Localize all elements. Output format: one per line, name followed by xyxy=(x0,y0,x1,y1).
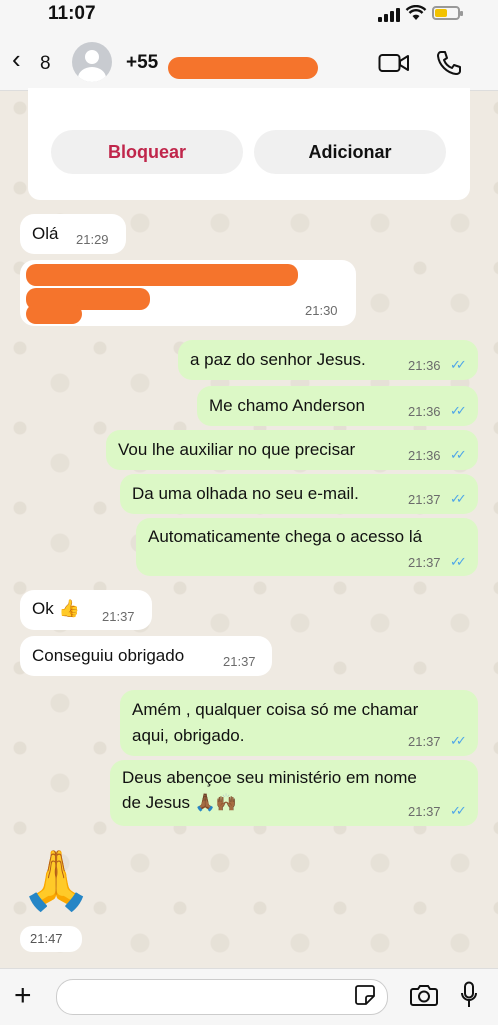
message-time: 21:30 xyxy=(305,303,338,318)
message-bubble[interactable]: 21:30 xyxy=(20,260,356,326)
message-time: 21:37 xyxy=(408,804,441,819)
message-time: 21:36 xyxy=(408,448,441,463)
redaction-mark xyxy=(168,57,318,79)
message-bubble[interactable]: Me chamo Anderson 21:36 ✓✓ xyxy=(197,386,478,426)
message-time: 21:37 xyxy=(408,734,441,749)
message-time: 21:29 xyxy=(76,232,109,247)
read-ticks-icon: ✓✓ xyxy=(450,554,467,569)
chevron-left-icon[interactable]: ‹ xyxy=(12,46,21,72)
unknown-contact-card: Bloquear Adicionar xyxy=(28,88,470,200)
message-bubble[interactable]: Deus abençoe seu ministério em nome de J… xyxy=(110,760,478,826)
message-input[interactable] xyxy=(56,979,388,1015)
message-text: Da uma olhada no seu e-mail. xyxy=(132,484,359,503)
avatar[interactable] xyxy=(72,42,112,82)
praying-hands-emoji: 🙏 xyxy=(20,848,93,913)
read-ticks-icon: ✓✓ xyxy=(450,447,467,462)
message-text: Me chamo Anderson xyxy=(209,396,365,415)
mic-icon[interactable] xyxy=(460,981,478,1009)
status-bar: 11:07 xyxy=(0,0,498,28)
message-time: 21:37 xyxy=(408,555,441,570)
message-text: Automaticamente chega o acesso lá xyxy=(148,527,423,546)
add-contact-button[interactable]: Adicionar xyxy=(254,130,446,174)
status-time: 11:07 xyxy=(48,3,96,24)
compose-bar: + xyxy=(0,968,498,1025)
message-text: Ok 👍 xyxy=(32,599,80,618)
message-bubble[interactable]: Olá 21:29 xyxy=(20,214,126,254)
redaction-mark xyxy=(26,264,298,286)
read-ticks-icon: ✓✓ xyxy=(450,403,467,418)
message-text-line2: aqui, obrigado. xyxy=(132,726,245,745)
plus-icon[interactable]: + xyxy=(14,979,32,1013)
block-button[interactable]: Bloquear xyxy=(51,130,243,174)
chat-header: ‹ 8 +55 xyxy=(0,28,498,91)
read-ticks-icon: ✓✓ xyxy=(450,733,467,748)
message-bubble[interactable]: Automaticamente chega o acesso lá 21:37 … xyxy=(136,518,478,576)
message-text: Olá xyxy=(32,224,59,243)
message-time: 21:37 xyxy=(102,609,135,624)
contact-number[interactable]: +55 xyxy=(126,52,158,74)
message-time: 21:47 xyxy=(30,931,63,946)
message-bubble[interactable]: Vou lhe auxiliar no que precisar 21:36 ✓… xyxy=(106,430,478,470)
camera-icon[interactable] xyxy=(410,983,438,1007)
message-text: Deus abençoe seu ministério em nome xyxy=(122,768,417,787)
emoji-message[interactable]: 🙏 21:47 xyxy=(18,846,98,956)
message-text: Vou lhe auxiliar no que precisar xyxy=(118,440,356,459)
message-bubble[interactable]: a paz do senhor Jesus. 21:36 ✓✓ xyxy=(178,340,478,380)
message-time: 21:37 xyxy=(408,492,441,507)
message-text-line2: de Jesus 🙏🏾🙌🏾 xyxy=(122,793,238,812)
message-bubble[interactable]: Conseguiu obrigado 21:37 xyxy=(20,636,272,676)
battery-icon xyxy=(432,6,463,20)
read-ticks-icon: ✓✓ xyxy=(450,803,467,818)
sticker-icon[interactable] xyxy=(354,984,376,1006)
wifi-icon xyxy=(405,5,427,20)
redaction-mark xyxy=(26,304,82,324)
video-icon[interactable] xyxy=(378,52,410,74)
phone-icon[interactable] xyxy=(436,50,462,76)
message-time: 21:36 xyxy=(408,358,441,373)
message-bubble[interactable]: Da uma olhada no seu e-mail. 21:37 ✓✓ xyxy=(120,474,478,514)
time-pill: 21:47 xyxy=(20,926,82,952)
back-unread-count[interactable]: 8 xyxy=(40,53,51,75)
message-bubble[interactable]: Amém , qualquer coisa só me chamar aqui,… xyxy=(120,690,478,756)
signal-icon xyxy=(378,8,400,22)
read-ticks-icon: ✓✓ xyxy=(450,491,467,506)
message-text: Amém , qualquer coisa só me chamar xyxy=(132,700,419,719)
message-text: Conseguiu obrigado xyxy=(32,646,185,665)
message-text: a paz do senhor Jesus. xyxy=(190,350,366,369)
message-time: 21:36 xyxy=(408,404,441,419)
message-time: 21:37 xyxy=(223,654,256,669)
message-bubble[interactable]: Ok 👍 21:37 xyxy=(20,590,152,630)
read-ticks-icon: ✓✓ xyxy=(450,357,467,372)
